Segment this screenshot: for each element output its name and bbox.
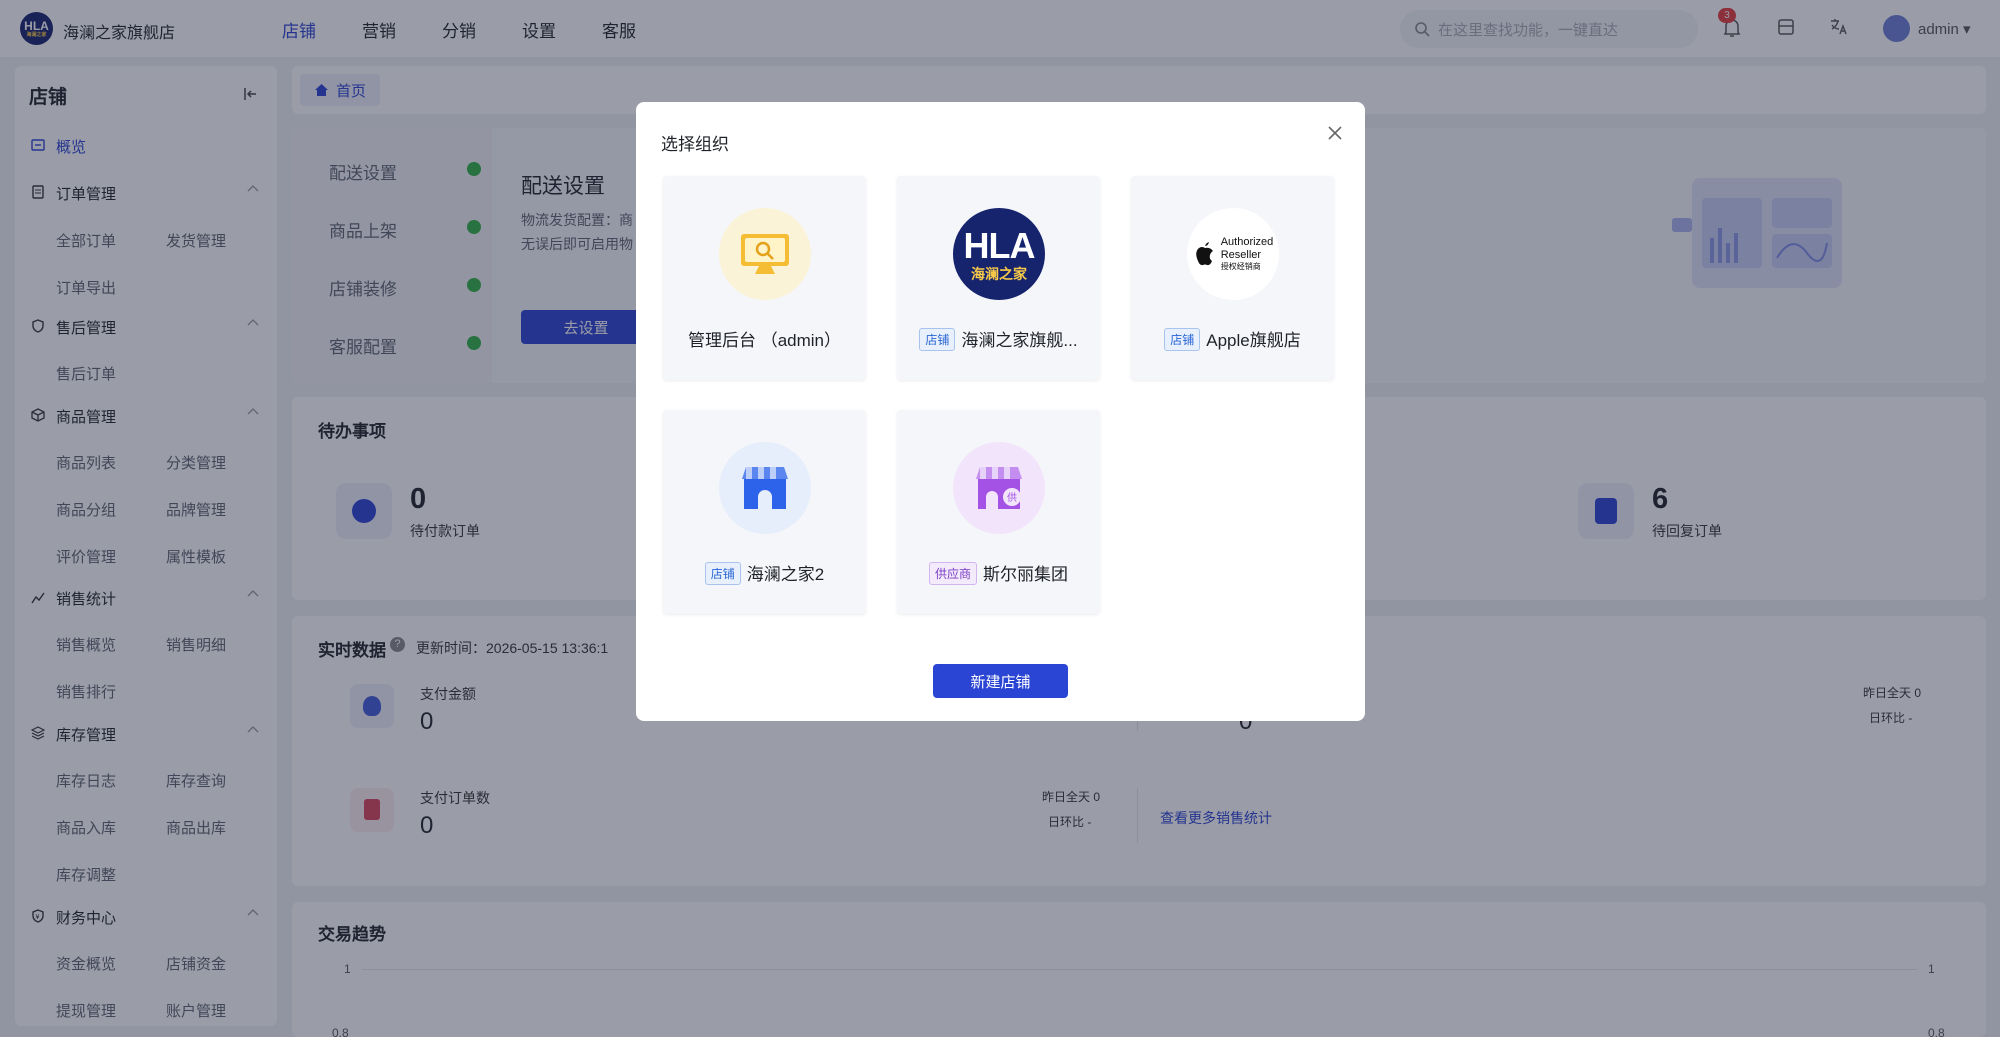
org-card-hla2[interactable]: 店铺 海澜之家2 (663, 410, 866, 614)
org-card-supplier-label: 供应商 斯尔丽集团 (897, 560, 1100, 585)
store-tag: 店铺 (704, 562, 741, 585)
select-org-modal: 选择组织 管理后台 （admin） HLA 海澜之家 店铺 海澜之家旗舰... A… (636, 102, 1365, 721)
org-card-apple-label: 店铺 Apple旗舰店 (1131, 326, 1334, 351)
modal-title: 选择组织 (661, 135, 729, 154)
org-card-admin[interactable]: 管理后台 （admin） (663, 176, 866, 380)
org-card-hla2-name: 海澜之家2 (746, 565, 825, 584)
org-card-apple-name: Apple旗舰店 (1206, 331, 1301, 350)
apple-icon (1195, 242, 1213, 266)
org-card-hla2-label: 店铺 海澜之家2 (663, 560, 866, 585)
org-card-supplier[interactable]: 供 供应商 斯尔丽集团 (897, 410, 1100, 614)
org-card-apple[interactable]: Authorized Reseller 授权经销商 店铺 Apple旗舰店 (1131, 176, 1334, 380)
supplier-tag: 供应商 (928, 562, 977, 585)
hla-logo-text: HLA (963, 224, 1036, 266)
apple-reseller-logo: Authorized Reseller 授权经销商 (1187, 208, 1279, 300)
supplier-shop-icon: 供 (953, 442, 1045, 534)
org-card-admin-label: 管理后台 （admin） (687, 331, 842, 350)
monitor-icon (719, 208, 811, 300)
apple-text-2: Reseller (1220, 249, 1262, 262)
org-card-hla-label: 店铺 海澜之家旗舰... (897, 326, 1100, 351)
store-tag: 店铺 (919, 328, 956, 351)
org-card-hla-name: 海澜之家旗舰... (961, 331, 1078, 350)
new-store-button[interactable]: 新建店铺 (933, 664, 1068, 698)
hla-logo: HLA 海澜之家 (953, 208, 1045, 300)
shop-icon (719, 442, 811, 534)
supplier-mark: 供 (1007, 491, 1017, 504)
org-card-hla[interactable]: HLA 海澜之家 店铺 海澜之家旗舰... (897, 176, 1100, 380)
store-tag: 店铺 (1164, 328, 1201, 351)
hla-logo-sub: 海澜之家 (971, 265, 1027, 282)
apple-text-1: Authorized (1220, 236, 1274, 249)
close-icon[interactable] (1322, 120, 1348, 146)
apple-text-3: 授权经销商 (1220, 262, 1261, 272)
org-card-supplier-name: 斯尔丽集团 (983, 565, 1068, 584)
